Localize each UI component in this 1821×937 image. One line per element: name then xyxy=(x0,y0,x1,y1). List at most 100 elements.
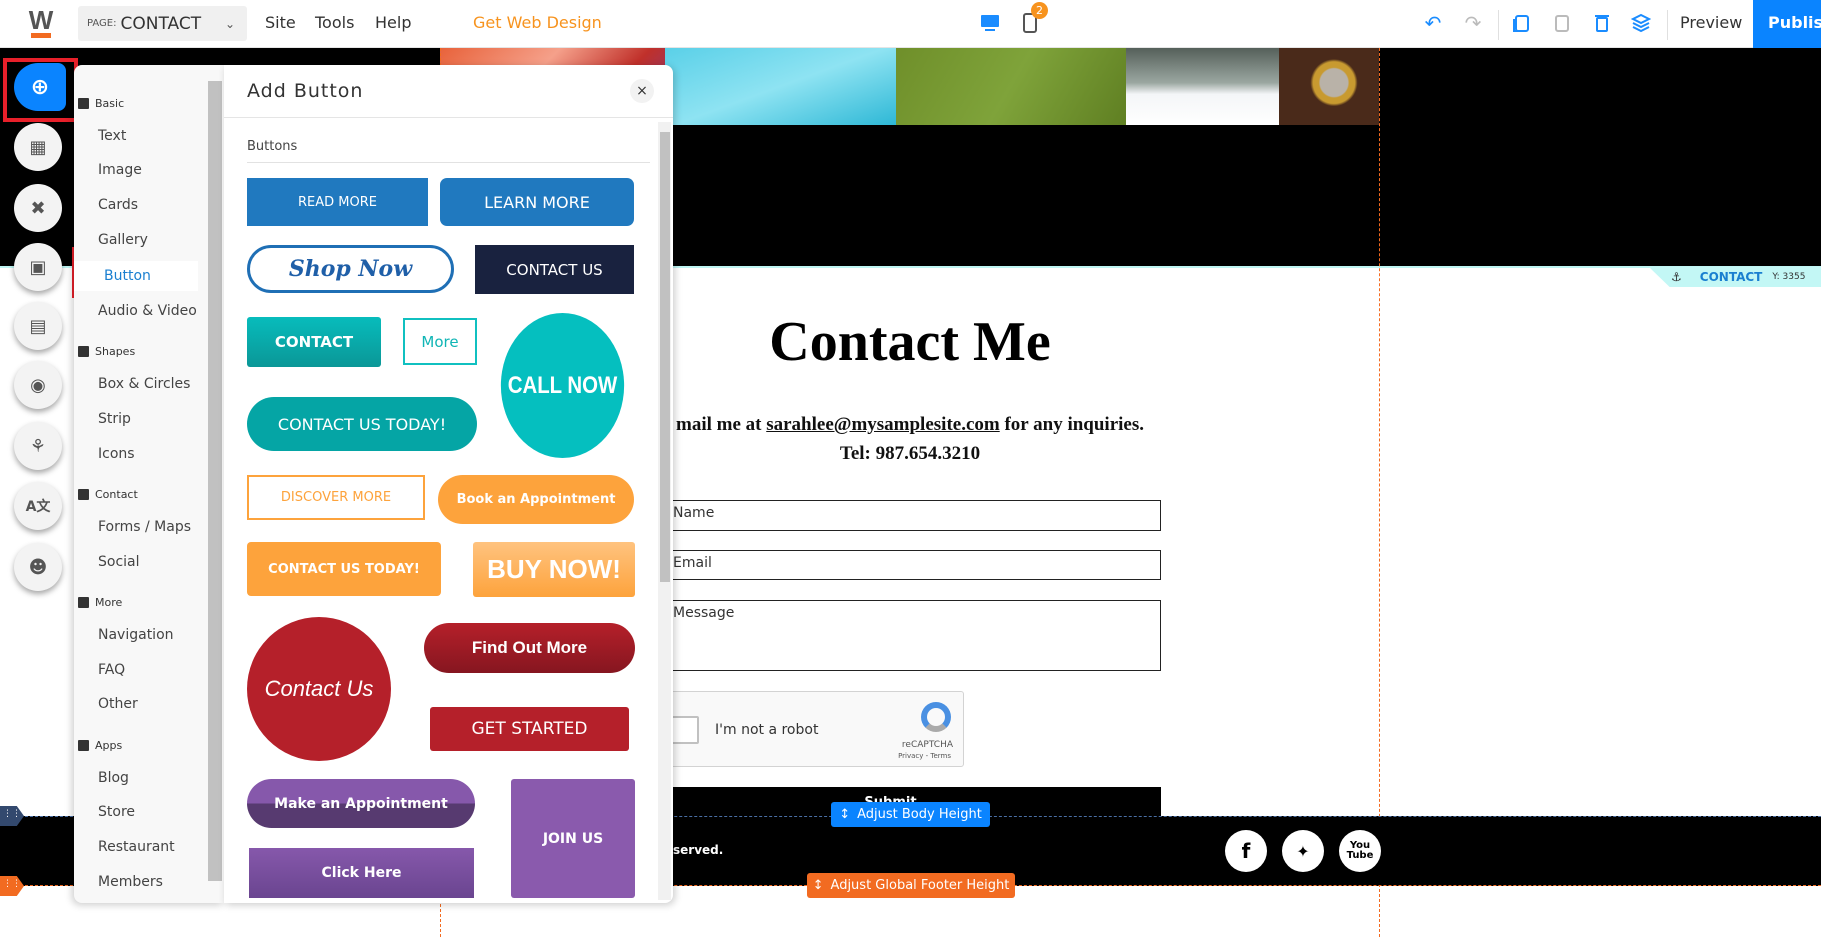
restaurant-button[interactable]: ⚘ xyxy=(14,422,62,470)
element-categories-panel: Basic Text Image Cards Gallery Button Audio & … xyxy=(74,65,224,903)
category-item-restaurant[interactable]: Restaurant xyxy=(98,839,175,855)
contact-icon xyxy=(78,489,89,500)
preview-button[interactable]: Preview xyxy=(1680,13,1742,32)
name-field[interactable]: Name xyxy=(600,500,1161,531)
captcha-links[interactable]: Privacy - Terms xyxy=(898,752,951,760)
button-template-contact-us-today-orange[interactable]: CONTACT US TODAY! xyxy=(247,542,441,596)
anchor-label: CONTACT xyxy=(1699,270,1763,284)
gallery-image-tennis[interactable] xyxy=(896,48,1126,125)
button-template-click-here[interactable]: Click Here xyxy=(249,848,474,898)
facebook-icon[interactable]: f xyxy=(1225,830,1267,872)
twitter-icon[interactable]: ✦ xyxy=(1282,830,1324,872)
category-item-strip[interactable]: Strip xyxy=(98,411,131,427)
button-template-contact-us-today-teal[interactable]: CONTACT US TODAY! xyxy=(247,397,477,451)
button-template-read-more[interactable]: READ MORE xyxy=(247,178,428,226)
button-template-join-us[interactable]: JOIN US xyxy=(511,779,635,898)
desktop-view-icon[interactable] xyxy=(977,10,1003,36)
button-template-book-appointment[interactable]: Book an Appointment xyxy=(438,475,634,524)
category-item-icons[interactable]: Icons xyxy=(98,446,135,462)
category-label: Other xyxy=(98,696,138,712)
layout-button[interactable]: ▦ xyxy=(14,123,62,171)
gallery-image-swimmer[interactable] xyxy=(665,48,896,125)
captcha-checkbox[interactable] xyxy=(671,716,699,744)
anchor-icon: ⚓ xyxy=(1671,270,1682,284)
button-template-get-started[interactable]: GET STARTED xyxy=(430,707,629,751)
add-button-panel: Add Button × Buttons READ MORE LEARN MOR… xyxy=(224,65,673,903)
email-link[interactable]: sarahlee@mysamplesite.com xyxy=(766,414,999,435)
undo-icon[interactable]: ↶ xyxy=(1420,10,1446,36)
button-template-call-now[interactable]: CALL NOW xyxy=(500,313,625,458)
categories-scrollbar[interactable] xyxy=(208,81,222,881)
category-label: Forms / Maps xyxy=(98,519,192,535)
shapes-icon xyxy=(78,346,89,357)
paste-icon[interactable] xyxy=(1549,10,1575,36)
category-label: Icons xyxy=(98,446,135,462)
logo[interactable]: W xyxy=(28,7,54,38)
category-label: Restaurant xyxy=(98,839,175,855)
button-template-make-appointment[interactable]: Make an Appointment xyxy=(247,779,475,828)
adjust-footer-height-button[interactable]: ↕ Adjust Global Footer Height xyxy=(807,873,1015,898)
recaptcha-logo-icon xyxy=(921,702,951,732)
message-field[interactable]: Message xyxy=(600,600,1161,671)
top-toolbar: W PAGE: CONTACT ⌄ Site Tools Help Get Web … xyxy=(0,0,1821,48)
apps-icon xyxy=(78,740,89,751)
button-template-contact-us-circle[interactable]: Contact Us xyxy=(247,617,391,761)
design-button[interactable]: ✖ xyxy=(14,184,62,232)
store-button[interactable]: ▤ xyxy=(14,302,62,350)
button-template-buy-now[interactable]: BUY NOW! xyxy=(473,542,635,597)
button-template-contact-us[interactable]: CONTACT US xyxy=(475,245,634,294)
category-item-image[interactable]: Image xyxy=(98,162,142,178)
category-item-members[interactable]: Members xyxy=(98,874,163,890)
design-icon: ✖ xyxy=(30,197,46,219)
gallery-image-skiing[interactable] xyxy=(1126,48,1279,125)
category-label: Navigation xyxy=(98,627,174,643)
layers-icon[interactable] xyxy=(1628,10,1654,36)
redo-icon[interactable]: ↷ xyxy=(1460,10,1486,36)
folder-icon: ▣ xyxy=(29,256,47,278)
section-anchor-tag[interactable]: ⚓ CONTACT Y: 3355 xyxy=(1649,267,1821,287)
category-item-store[interactable]: Store xyxy=(98,804,135,820)
button-template-find-out-more[interactable]: Find Out More xyxy=(424,623,635,673)
page-selector[interactable]: PAGE: CONTACT ⌄ xyxy=(78,6,247,41)
category-item-button[interactable]: Button xyxy=(74,261,198,291)
category-item-box-circles[interactable]: Box & Circles xyxy=(98,376,190,392)
category-item-navigation[interactable]: Navigation xyxy=(98,627,174,643)
button-template-shop-now[interactable]: Shop Now xyxy=(247,245,454,293)
email-field[interactable]: Email xyxy=(600,550,1161,580)
members-button[interactable]: ☻ xyxy=(14,543,62,591)
category-item-cards[interactable]: Cards xyxy=(98,197,138,213)
category-item-text[interactable]: Text xyxy=(98,128,126,144)
category-item-other[interactable]: Other xyxy=(98,696,138,712)
menu-site[interactable]: Site xyxy=(265,13,296,32)
translate-button[interactable]: A文 xyxy=(14,482,62,530)
get-web-design-link[interactable]: Get Web Design xyxy=(473,13,602,32)
trash-icon[interactable] xyxy=(1589,10,1615,36)
copy-icon[interactable] xyxy=(1508,10,1534,36)
category-item-faq[interactable]: FAQ xyxy=(98,662,125,678)
panel-scrollbar[interactable] xyxy=(658,122,671,900)
chevron-down-icon: ⌄ xyxy=(224,16,235,31)
blog-icon: ◉ xyxy=(30,374,46,396)
category-item-forms-maps[interactable]: Forms / Maps xyxy=(98,519,191,535)
gallery-image-reel[interactable] xyxy=(1279,48,1379,125)
menu-help[interactable]: Help xyxy=(375,13,411,32)
category-label: Strip xyxy=(98,411,131,427)
youtube-icon[interactable]: You Tube xyxy=(1339,830,1381,872)
menu-tools[interactable]: Tools xyxy=(315,13,354,32)
divider xyxy=(224,117,673,118)
blog-button[interactable]: ◉ xyxy=(14,361,62,409)
button-template-contact[interactable]: CONTACT xyxy=(247,317,381,367)
category-item-blog[interactable]: Blog xyxy=(98,770,129,786)
button-template-learn-more[interactable]: LEARN MORE xyxy=(440,178,634,226)
adjust-body-height-button[interactable]: ↕ Adjust Body Height xyxy=(831,802,990,827)
button-template-more[interactable]: More xyxy=(403,318,477,365)
category-label: More xyxy=(95,596,123,609)
files-button[interactable]: ▣ xyxy=(14,243,62,291)
category-item-gallery[interactable]: Gallery xyxy=(98,232,148,248)
button-template-discover-more[interactable]: DISCOVER MORE xyxy=(247,475,425,520)
category-item-audio-video[interactable]: Audio & Video xyxy=(98,303,197,319)
category-item-social[interactable]: Social xyxy=(98,554,140,570)
close-icon[interactable]: × xyxy=(630,79,654,103)
publish-button[interactable]: Publish xyxy=(1753,0,1821,48)
members-icon: ☻ xyxy=(28,556,48,578)
